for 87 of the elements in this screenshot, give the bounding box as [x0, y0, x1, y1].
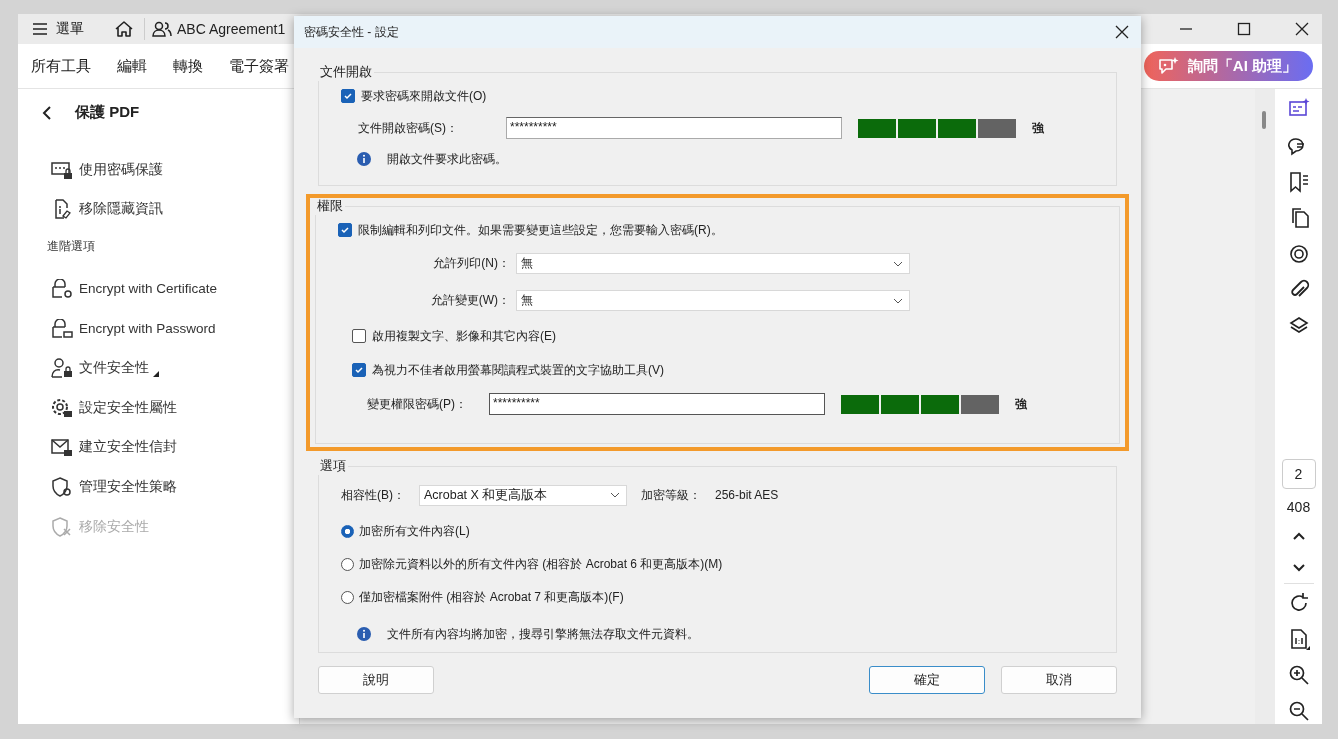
shield-gear-icon: [51, 476, 73, 497]
checkbox[interactable]: [338, 223, 352, 237]
password-field[interactable]: **********: [489, 393, 825, 415]
radio-label: 加密所有文件內容(L): [359, 523, 470, 540]
submenu-triangle-icon: [153, 371, 159, 378]
dialog-button[interactable]: 說明: [318, 666, 434, 694]
close-icon[interactable]: [1115, 25, 1129, 39]
info-icon: [357, 627, 371, 641]
sidebar-item[interactable]: 設定安全性屬性: [51, 387, 299, 428]
gear-lock-icon: [51, 397, 73, 418]
zoom-out-icon[interactable]: [1287, 700, 1310, 722]
chevron-down-icon: [610, 492, 620, 498]
radio-label: 僅加密檔案附件 (相容於 Acrobat 7 和更高版本)(F): [359, 589, 624, 606]
radio-button[interactable]: [341, 591, 354, 604]
menu-tab[interactable]: 所有工具: [31, 56, 91, 76]
encryption-level: 256-bit AES: [715, 488, 779, 502]
field-label: 變更權限密碼(P)：: [367, 395, 468, 413]
zoom-in-icon[interactable]: [1287, 664, 1310, 686]
password-field[interactable]: **********: [506, 117, 842, 139]
menu-tab[interactable]: 編輯: [117, 56, 147, 76]
lock-certificate-icon: [51, 279, 73, 299]
checkbox-label: 限制編輯和列印文件。如果需要變更這些設定，您需要輸入密碼(R)。: [358, 221, 723, 239]
home-icon[interactable]: [114, 20, 134, 38]
field-label: 允許變更(W)：: [429, 292, 511, 309]
checkbox[interactable]: [352, 363, 366, 377]
field-label: 相容性(B)：: [341, 486, 405, 504]
scrollbar[interactable]: [1255, 89, 1275, 724]
radio-button[interactable]: [341, 525, 354, 538]
lock-password-icon: [51, 318, 73, 339]
sidebar-item[interactable]: Encrypt with Password: [51, 308, 299, 349]
chevron-down-icon: [893, 297, 903, 304]
shield-x-icon: [51, 516, 73, 537]
dialog-title: 密碼安全性 - 設定: [304, 23, 399, 41]
sidebar-item[interactable]: 建立安全性信封: [51, 427, 299, 468]
checkmark-icon: [340, 225, 350, 235]
maximize-icon[interactable]: [1236, 21, 1252, 37]
sidebar-item[interactable]: Encrypt with Certificate: [51, 269, 299, 309]
group-title: 權限: [316, 198, 344, 215]
dropdown[interactable]: 無: [516, 290, 910, 311]
menu-icon: [32, 22, 48, 36]
menu-tab[interactable]: 轉換: [173, 56, 203, 76]
chat-sparkle-icon: [1157, 56, 1180, 76]
checkbox-label: 啟用複製文字、影像和其它內容(E): [372, 327, 556, 345]
panel-title: 保護 PDF: [75, 103, 140, 122]
user-lock-icon: [51, 358, 73, 379]
page-number-field[interactable]: 2: [1281, 459, 1316, 489]
menu-tab[interactable]: 電子簽署: [229, 56, 289, 76]
back-icon[interactable]: [41, 104, 53, 121]
ai-sparkle-icon[interactable]: [1287, 97, 1310, 119]
group-title: 文件開啟: [319, 64, 373, 81]
checkmark-icon: [343, 91, 353, 101]
sidebar-item[interactable]: 使用密碼保護: [51, 150, 299, 190]
section-label: 進階選項: [47, 239, 96, 255]
sidebar-item[interactable]: 移除隱藏資訊: [51, 189, 299, 230]
ai-assistant-button[interactable]: 詢問「AI 助理」: [1143, 51, 1313, 81]
bookmark-icon[interactable]: [1287, 171, 1310, 193]
document-tab[interactable]: ABC Agreement1: [151, 20, 286, 38]
strength-label: 強: [1032, 119, 1044, 137]
dropdown[interactable]: Acrobat X 和更高版本: [419, 484, 627, 506]
checkmark-icon: [354, 365, 364, 375]
radio-label: 加密除元資料以外的所有文件內容 (相容於 Acrobat 6 和更高版本)(M): [359, 556, 723, 573]
dropdown[interactable]: 無: [516, 253, 910, 274]
group-title: 選項: [319, 458, 347, 475]
dialog-button[interactable]: 取消: [1001, 666, 1117, 694]
checkbox-label: 要求密碼來開啟文件(O): [361, 87, 487, 105]
info-text: 文件所有內容均將加密，搜尋引擎將無法存取文件元資料。: [387, 625, 699, 643]
sidebar-item[interactable]: 管理安全性策略: [51, 467, 299, 507]
menu-button[interactable]: 選單: [32, 20, 98, 38]
field-label: 加密等級：: [641, 486, 701, 504]
info-icon: [357, 152, 371, 166]
sidebar-item[interactable]: 文件安全性: [51, 348, 299, 388]
radio-button[interactable]: [341, 558, 354, 571]
chevron-down-icon: [893, 260, 903, 267]
close-icon[interactable]: [1294, 21, 1310, 37]
info-text: 開啟文件要求此密碼。: [387, 150, 507, 168]
strength-label: 強: [1015, 395, 1027, 413]
dialog-button[interactable]: 確定: [869, 666, 985, 694]
circle-icon[interactable]: [1287, 243, 1310, 265]
field-label: 文件開啟密碼(S)：: [358, 119, 459, 137]
password-lock-icon: [51, 159, 73, 180]
checkbox-label: 為視力不佳者啟用螢幕閱讀程式裝置的文字協助工具(V): [372, 361, 664, 379]
envelope-lock-icon: [51, 437, 73, 458]
page-count: 408: [1286, 499, 1311, 515]
checkbox[interactable]: [341, 89, 355, 103]
field-label: 允許列印(N)：: [432, 255, 511, 272]
checkbox[interactable]: [352, 329, 366, 343]
people-icon: [151, 20, 173, 38]
